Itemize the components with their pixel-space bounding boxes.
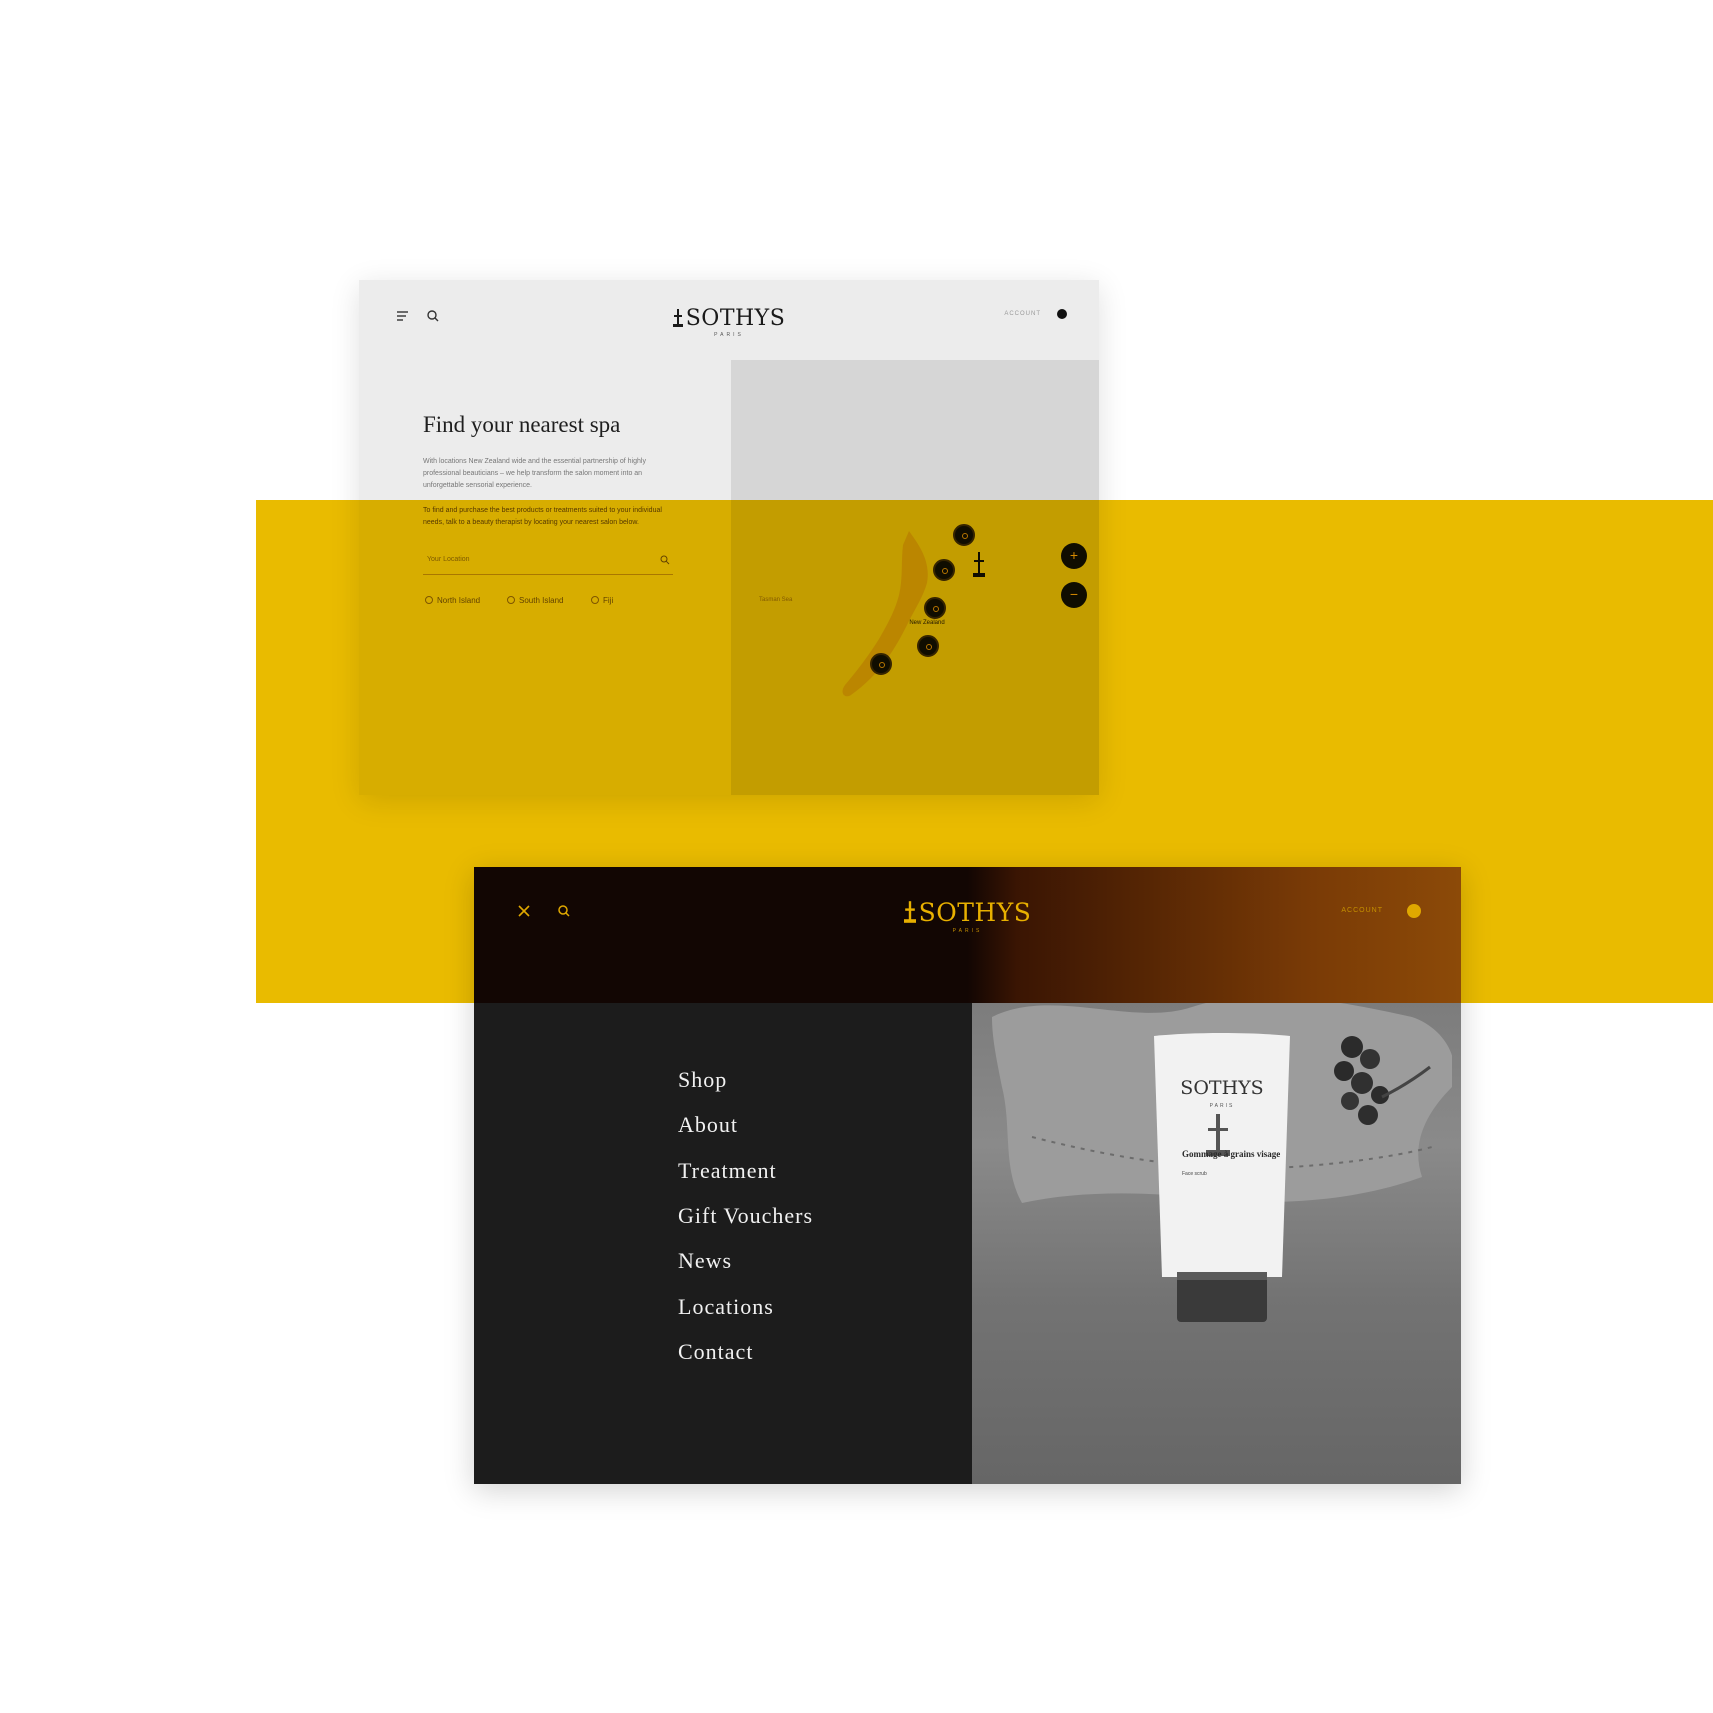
account-dot-icon[interactable] <box>1407 904 1421 918</box>
product-description: Face scrub <box>1182 1171 1207 1177</box>
zoom-in-button[interactable]: + <box>1061 543 1087 569</box>
menu-item-contact[interactable]: Contact <box>678 1339 753 1365</box>
brand-marker-icon <box>973 552 985 577</box>
page-title: Find your nearest spa <box>423 412 621 437</box>
brand-logo[interactable]: SOTHYS PARIS <box>474 898 1461 934</box>
map-pin[interactable] <box>953 524 975 546</box>
logo-mark-icon <box>903 901 916 923</box>
menu-item-treatment[interactable]: Treatment <box>678 1158 777 1184</box>
account-link[interactable]: ACCOUNT <box>1004 311 1041 317</box>
map-sea-label: Tasman Sea <box>759 597 793 603</box>
menu-item-shop[interactable]: Shop <box>678 1067 727 1093</box>
map-pin[interactable] <box>917 635 939 657</box>
brand-sub: PARIS <box>714 332 744 338</box>
location-search-field[interactable]: Your Location <box>423 550 673 575</box>
region-filter-south-island[interactable]: South Island <box>507 596 563 605</box>
menu-item-gift-vouchers[interactable]: Gift Vouchers <box>678 1203 813 1229</box>
radio-icon <box>507 596 515 604</box>
navigation-menu-screen: SOTHYS PARIS Gommage à grains visage Fac… <box>474 867 1461 1484</box>
intro-paragraph: With locations New Zealand wide and the … <box>423 458 646 489</box>
account-link[interactable]: ACCOUNT <box>1341 907 1383 914</box>
region-filter-north-island[interactable]: North Island <box>425 596 480 605</box>
product-name: Gommage à grains visage <box>1182 1149 1281 1159</box>
product-brand: SOTHYS <box>1180 1077 1264 1099</box>
brand-name: SOTHYS <box>685 306 786 331</box>
spa-locator-screen: SOTHYS PARIS ACCOUNT Find your nearest s… <box>359 280 1099 795</box>
brand-logo[interactable]: SOTHYS PARIS <box>359 306 1099 338</box>
region-filter-fiji[interactable]: Fiji <box>591 596 613 605</box>
radio-icon <box>591 596 599 604</box>
radio-icon <box>425 596 433 604</box>
search-icon[interactable] <box>659 554 671 566</box>
account-dot-icon[interactable] <box>1057 309 1067 319</box>
logo-mark-icon <box>672 309 683 327</box>
berry-branch-icon <box>1334 1036 1431 1125</box>
brand-name: SOTHYS <box>918 898 1032 927</box>
map-pin[interactable] <box>924 597 946 619</box>
product-brand-sub: PARIS <box>1209 1103 1235 1109</box>
menu-item-news[interactable]: News <box>678 1248 732 1274</box>
location-search-placeholder: Your Location <box>427 556 470 563</box>
brand-sub: PARIS <box>952 928 983 934</box>
header-bar <box>474 867 1461 1003</box>
map-country-label: New Zealand <box>909 620 945 626</box>
map-pin[interactable] <box>870 653 892 675</box>
instructions-paragraph: To find and purchase the best products o… <box>423 507 662 526</box>
zoom-out-button[interactable]: − <box>1061 582 1087 608</box>
map-pin[interactable] <box>933 559 955 581</box>
menu-item-about[interactable]: About <box>678 1112 738 1138</box>
menu-item-locations[interactable]: Locations <box>678 1294 774 1320</box>
